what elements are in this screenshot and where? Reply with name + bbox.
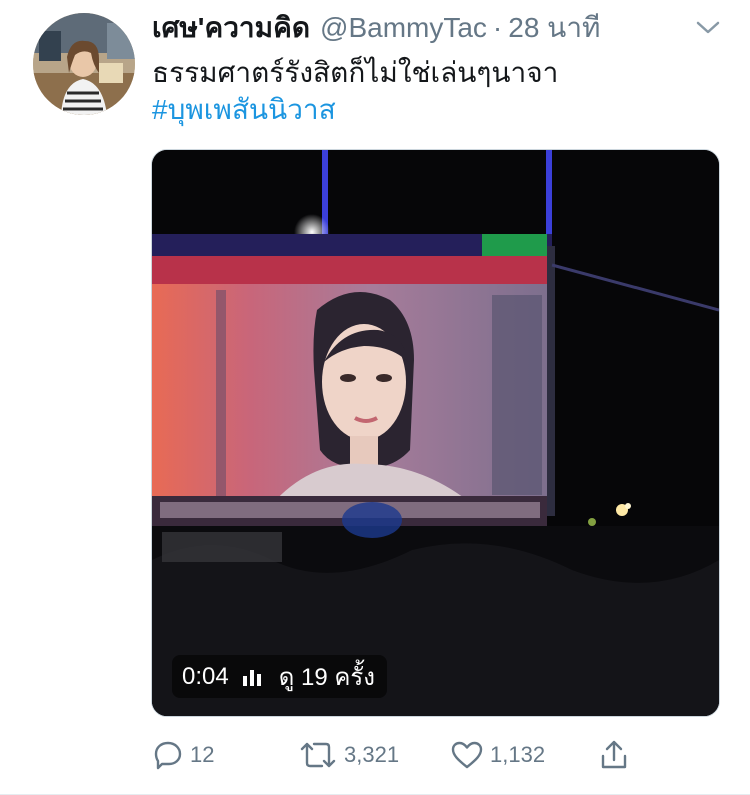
video-player[interactable] bbox=[151, 149, 720, 717]
heart-icon bbox=[451, 741, 483, 769]
audio-equalizer-icon bbox=[242, 668, 261, 686]
share-button[interactable] bbox=[598, 730, 636, 780]
share-icon bbox=[601, 740, 627, 769]
video-info-overlay: 0:04 ดู 19 ครั้ง bbox=[172, 655, 387, 698]
tweet-menu-button[interactable] bbox=[692, 14, 724, 42]
reply-count: 12 bbox=[190, 742, 215, 767]
display-name[interactable]: เศษ'ความคิด bbox=[152, 6, 310, 50]
video-frame bbox=[152, 150, 719, 716]
avatar[interactable] bbox=[33, 13, 135, 115]
hashtag-link[interactable]: #บุพเพสันนิวาส bbox=[152, 88, 336, 132]
video-time: 0:04 bbox=[182, 662, 229, 690]
user-handle[interactable]: @BammyTac bbox=[320, 12, 487, 44]
like-button[interactable]: 1,132 bbox=[450, 730, 545, 780]
tweet-header: เศษ'ความคิด @BammyTac · 28 นาที bbox=[152, 8, 601, 48]
tweet[interactable]: เศษ'ความคิด @BammyTac · 28 นาที ธรรมศาตร… bbox=[0, 0, 750, 795]
retweet-count: 3,321 bbox=[344, 742, 400, 767]
chevron-down-icon bbox=[696, 21, 720, 34]
avatar-image bbox=[33, 13, 135, 115]
tweet-actions: 12 3,321 1,132 bbox=[0, 730, 750, 780]
tweet-timestamp[interactable]: 28 นาที bbox=[508, 6, 600, 50]
header-separator: · bbox=[492, 12, 503, 43]
like-count: 1,132 bbox=[490, 742, 546, 767]
view-count: ดู 19 ครั้ง bbox=[278, 664, 375, 691]
reply-button[interactable]: 12 bbox=[152, 730, 214, 780]
reply-icon bbox=[154, 741, 182, 770]
retweet-icon bbox=[300, 742, 336, 768]
retweet-button[interactable]: 3,321 bbox=[298, 730, 399, 780]
